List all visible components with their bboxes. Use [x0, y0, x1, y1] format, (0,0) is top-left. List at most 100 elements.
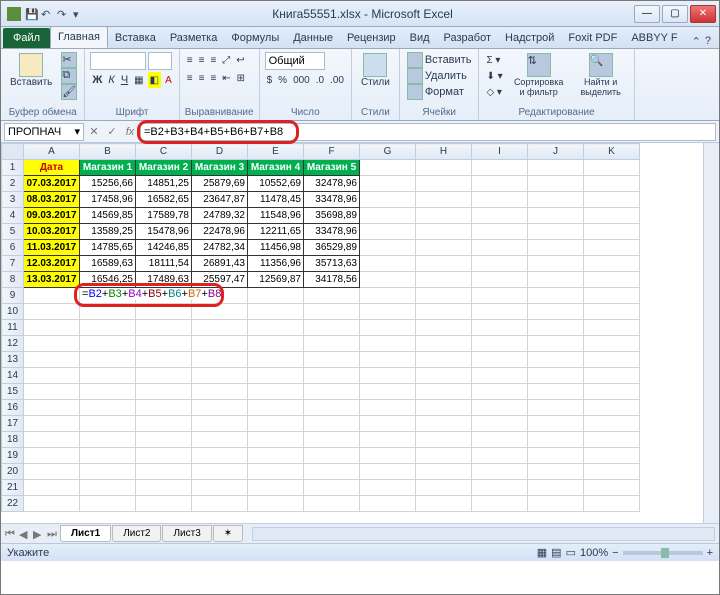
- cell[interactable]: [472, 336, 528, 352]
- tab-data[interactable]: Данные: [286, 28, 340, 48]
- cell[interactable]: [248, 448, 304, 464]
- cell[interactable]: [136, 416, 192, 432]
- cell[interactable]: [472, 464, 528, 480]
- cell[interactable]: [416, 368, 472, 384]
- cell[interactable]: [584, 432, 640, 448]
- view-break-icon[interactable]: ▭: [566, 546, 576, 559]
- vertical-scrollbar[interactable]: [703, 143, 719, 523]
- cell[interactable]: [528, 208, 584, 224]
- clear-button[interactable]: ◇ ▾: [484, 84, 504, 100]
- row-header[interactable]: 18: [2, 432, 24, 448]
- cell[interactable]: [80, 416, 136, 432]
- cell[interactable]: [192, 368, 248, 384]
- minimize-button[interactable]: —: [634, 5, 660, 23]
- cell[interactable]: [304, 448, 360, 464]
- cell[interactable]: [248, 384, 304, 400]
- cell[interactable]: [360, 272, 416, 288]
- cell[interactable]: [416, 304, 472, 320]
- cell[interactable]: 17458,96: [80, 192, 136, 208]
- cell[interactable]: [528, 464, 584, 480]
- col-header[interactable]: E: [248, 144, 304, 160]
- cell[interactable]: [416, 176, 472, 192]
- row-header[interactable]: 21: [2, 480, 24, 496]
- row-header[interactable]: 6: [2, 240, 24, 256]
- cell[interactable]: [136, 448, 192, 464]
- cell[interactable]: [136, 384, 192, 400]
- cell[interactable]: 13.03.2017: [24, 272, 80, 288]
- cell[interactable]: 36529,89: [304, 240, 360, 256]
- cell[interactable]: [360, 224, 416, 240]
- cut-button[interactable]: ✂: [59, 52, 79, 68]
- cell[interactable]: [248, 480, 304, 496]
- cell[interactable]: [80, 496, 136, 512]
- cell[interactable]: [360, 400, 416, 416]
- col-header[interactable]: K: [584, 144, 640, 160]
- cell[interactable]: Дата: [24, 160, 80, 176]
- cell[interactable]: 10552,69: [248, 176, 304, 192]
- row-header[interactable]: 22: [2, 496, 24, 512]
- cell[interactable]: [192, 496, 248, 512]
- cell[interactable]: [80, 480, 136, 496]
- cell[interactable]: [528, 160, 584, 176]
- cell[interactable]: [416, 448, 472, 464]
- row-header[interactable]: 16: [2, 400, 24, 416]
- cell[interactable]: [24, 416, 80, 432]
- cell[interactable]: 26891,43: [192, 256, 248, 272]
- cell[interactable]: [136, 304, 192, 320]
- cell[interactable]: [528, 288, 584, 304]
- cell[interactable]: [360, 368, 416, 384]
- cell[interactable]: [584, 464, 640, 480]
- cell[interactable]: [24, 496, 80, 512]
- editing-cell[interactable]: =B2+B3+B4+B5+B6+B7+B8: [80, 288, 136, 304]
- cell[interactable]: [248, 368, 304, 384]
- delete-cells-button[interactable]: Удалить: [405, 68, 474, 84]
- row-header[interactable]: 17: [2, 416, 24, 432]
- cell[interactable]: [360, 448, 416, 464]
- percent-button[interactable]: %: [276, 72, 289, 88]
- cell[interactable]: 15478,96: [136, 224, 192, 240]
- tab-review[interactable]: Рецензир: [340, 28, 403, 48]
- cell[interactable]: [472, 480, 528, 496]
- cell[interactable]: [472, 416, 528, 432]
- align-center-button[interactable]: ≡: [197, 70, 207, 86]
- cell[interactable]: [360, 432, 416, 448]
- cell[interactable]: [80, 336, 136, 352]
- cell[interactable]: [248, 352, 304, 368]
- help-icon[interactable]: ?: [705, 35, 711, 48]
- cell[interactable]: [248, 496, 304, 512]
- cell[interactable]: [24, 480, 80, 496]
- cell[interactable]: [528, 224, 584, 240]
- cell[interactable]: [528, 400, 584, 416]
- tab-addins[interactable]: Надстрой: [498, 28, 561, 48]
- cell[interactable]: [360, 320, 416, 336]
- cell[interactable]: [584, 352, 640, 368]
- cell[interactable]: [528, 256, 584, 272]
- cell[interactable]: [584, 384, 640, 400]
- cell[interactable]: [136, 496, 192, 512]
- row-header[interactable]: 13: [2, 352, 24, 368]
- row-header[interactable]: 3: [2, 192, 24, 208]
- cell[interactable]: [360, 304, 416, 320]
- cell[interactable]: 16582,65: [136, 192, 192, 208]
- cell[interactable]: [528, 480, 584, 496]
- cell[interactable]: [416, 400, 472, 416]
- cancel-formula-button[interactable]: ✕: [86, 124, 102, 140]
- undo-icon[interactable]: ↶: [41, 8, 53, 20]
- font-name-select[interactable]: [90, 52, 146, 70]
- cell[interactable]: [528, 416, 584, 432]
- col-header[interactable]: D: [192, 144, 248, 160]
- cell[interactable]: [136, 464, 192, 480]
- cell[interactable]: 14785,65: [80, 240, 136, 256]
- find-select-button[interactable]: 🔍 Найти и выделить: [573, 52, 629, 98]
- align-left-button[interactable]: ≡: [185, 70, 195, 86]
- cell[interactable]: [24, 288, 80, 304]
- cell[interactable]: [304, 336, 360, 352]
- bold-button[interactable]: Ж: [90, 72, 104, 88]
- wrap-button[interactable]: ↩: [234, 52, 246, 68]
- fill-button[interactable]: ⬇ ▾: [484, 68, 504, 84]
- row-header[interactable]: 7: [2, 256, 24, 272]
- cell[interactable]: [304, 384, 360, 400]
- cell[interactable]: [80, 352, 136, 368]
- cell[interactable]: [472, 432, 528, 448]
- cell[interactable]: [584, 176, 640, 192]
